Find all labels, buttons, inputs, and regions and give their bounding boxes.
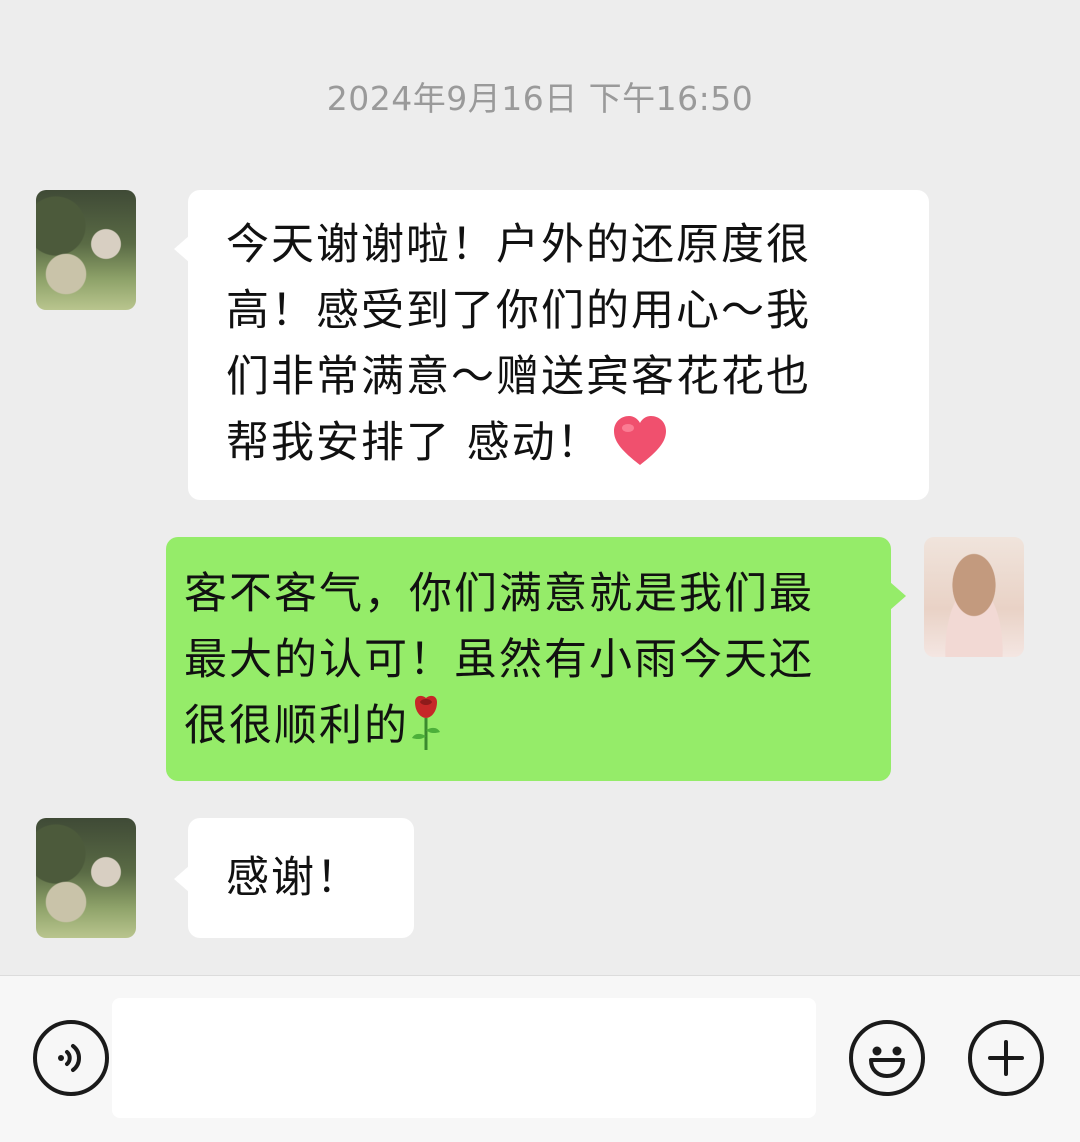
my-avatar[interactable] bbox=[924, 537, 1024, 657]
bubble-tail bbox=[890, 582, 906, 610]
chat-area[interactable]: 2024年9月16日 下午16:50 今天谢谢啦！户外的还原度很 高！感受到了你… bbox=[0, 0, 1080, 975]
voice-button[interactable] bbox=[33, 1020, 109, 1096]
message-line: 客不客气，你们满意就是我们最 bbox=[184, 569, 814, 619]
message-bubble-received[interactable]: 今天谢谢啦！户外的还原度很 高！感受到了你们的用心～我 们非常满意～赠送宾客花花… bbox=[188, 190, 929, 500]
emoji-button[interactable] bbox=[849, 1020, 925, 1096]
more-button[interactable] bbox=[968, 1020, 1044, 1096]
message-timestamp: 2024年9月16日 下午16:50 bbox=[326, 79, 754, 118]
plus-icon bbox=[988, 1040, 1024, 1076]
message-line: 今天谢谢啦！户外的还原度很 bbox=[226, 220, 811, 270]
input-bar bbox=[0, 975, 1080, 1142]
message-line: 们非常满意～赠送宾客花花也 bbox=[226, 352, 811, 402]
message-line: 最大的认可！虽然有小雨今天还 bbox=[184, 635, 814, 685]
message-line: 高！感受到了你们的用心～我 bbox=[226, 286, 811, 336]
message-line: 很很顺利的 bbox=[184, 693, 871, 759]
message-line: 帮我安排了 感动！ bbox=[226, 410, 891, 476]
contact-avatar[interactable] bbox=[36, 190, 136, 310]
message-line-text: 很很顺利的 bbox=[184, 701, 409, 751]
message-bubble-received[interactable]: 感谢！ bbox=[188, 818, 414, 938]
voice-icon bbox=[58, 1044, 81, 1072]
emoji-icon bbox=[869, 1046, 905, 1078]
message-line: 感谢！ bbox=[226, 853, 361, 903]
message-bubble-sent[interactable]: 客不客气，你们满意就是我们最 最大的认可！虽然有小雨今天还 很很顺利的 bbox=[166, 537, 891, 781]
rose-icon bbox=[412, 695, 440, 750]
contact-avatar[interactable] bbox=[36, 818, 136, 938]
message-line-text: 帮我安排了 感动！ bbox=[226, 418, 602, 468]
heart-icon bbox=[613, 416, 666, 465]
message-input[interactable] bbox=[112, 998, 816, 1118]
